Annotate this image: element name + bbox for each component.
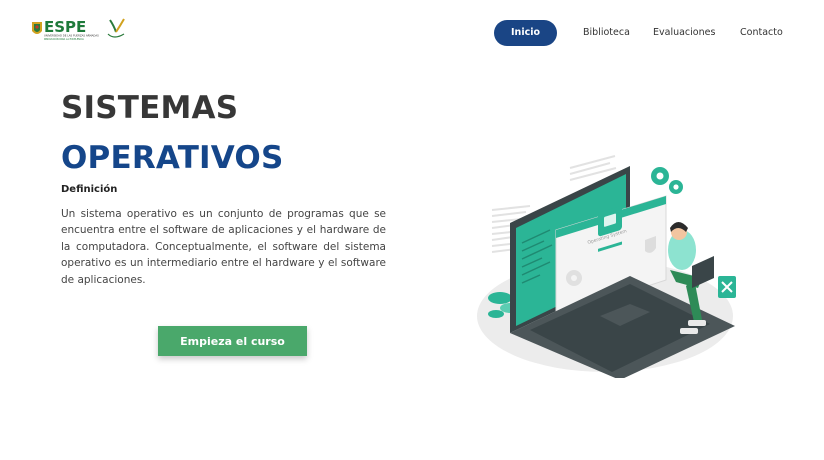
logo-text: ESPE (44, 18, 86, 36)
definition-text: Un sistema operativo es un conjunto de p… (61, 208, 386, 286)
nav-contacto[interactable]: Contacto (740, 20, 783, 46)
logo-graphic: ESPE UNIVERSIDAD DE LAS FUERZAS ARMADAS … (32, 18, 125, 41)
hero-illustration: Operating System (470, 148, 745, 380)
logo-laurel-icon (107, 18, 125, 38)
tools-icon (718, 276, 736, 298)
logo-motto: INNOVACIÓN PARA LA EXCELENCIA (44, 38, 84, 41)
page-title-line-1: SISTEMAS (61, 90, 239, 126)
start-course-button[interactable]: Empieza el curso (158, 326, 307, 356)
nav-inicio[interactable]: Inicio (494, 20, 557, 46)
nav-evaluaciones[interactable]: Evaluaciones (653, 20, 715, 46)
definition-heading: Definición (61, 184, 118, 195)
window-gear-icon (566, 270, 582, 286)
page-title-line-2: OPERATIVOS (61, 140, 284, 176)
logo-emblem (32, 22, 42, 34)
gear-icon (651, 167, 683, 194)
nav-biblioteca[interactable]: Biblioteca (583, 20, 630, 46)
illustration-graphic: Operating System (477, 155, 736, 380)
espe-logo[interactable]: ESPE UNIVERSIDAD DE LAS FUERZAS ARMADAS … (30, 16, 126, 44)
logo-tagline: UNIVERSIDAD DE LAS FUERZAS ARMADAS (44, 34, 99, 38)
